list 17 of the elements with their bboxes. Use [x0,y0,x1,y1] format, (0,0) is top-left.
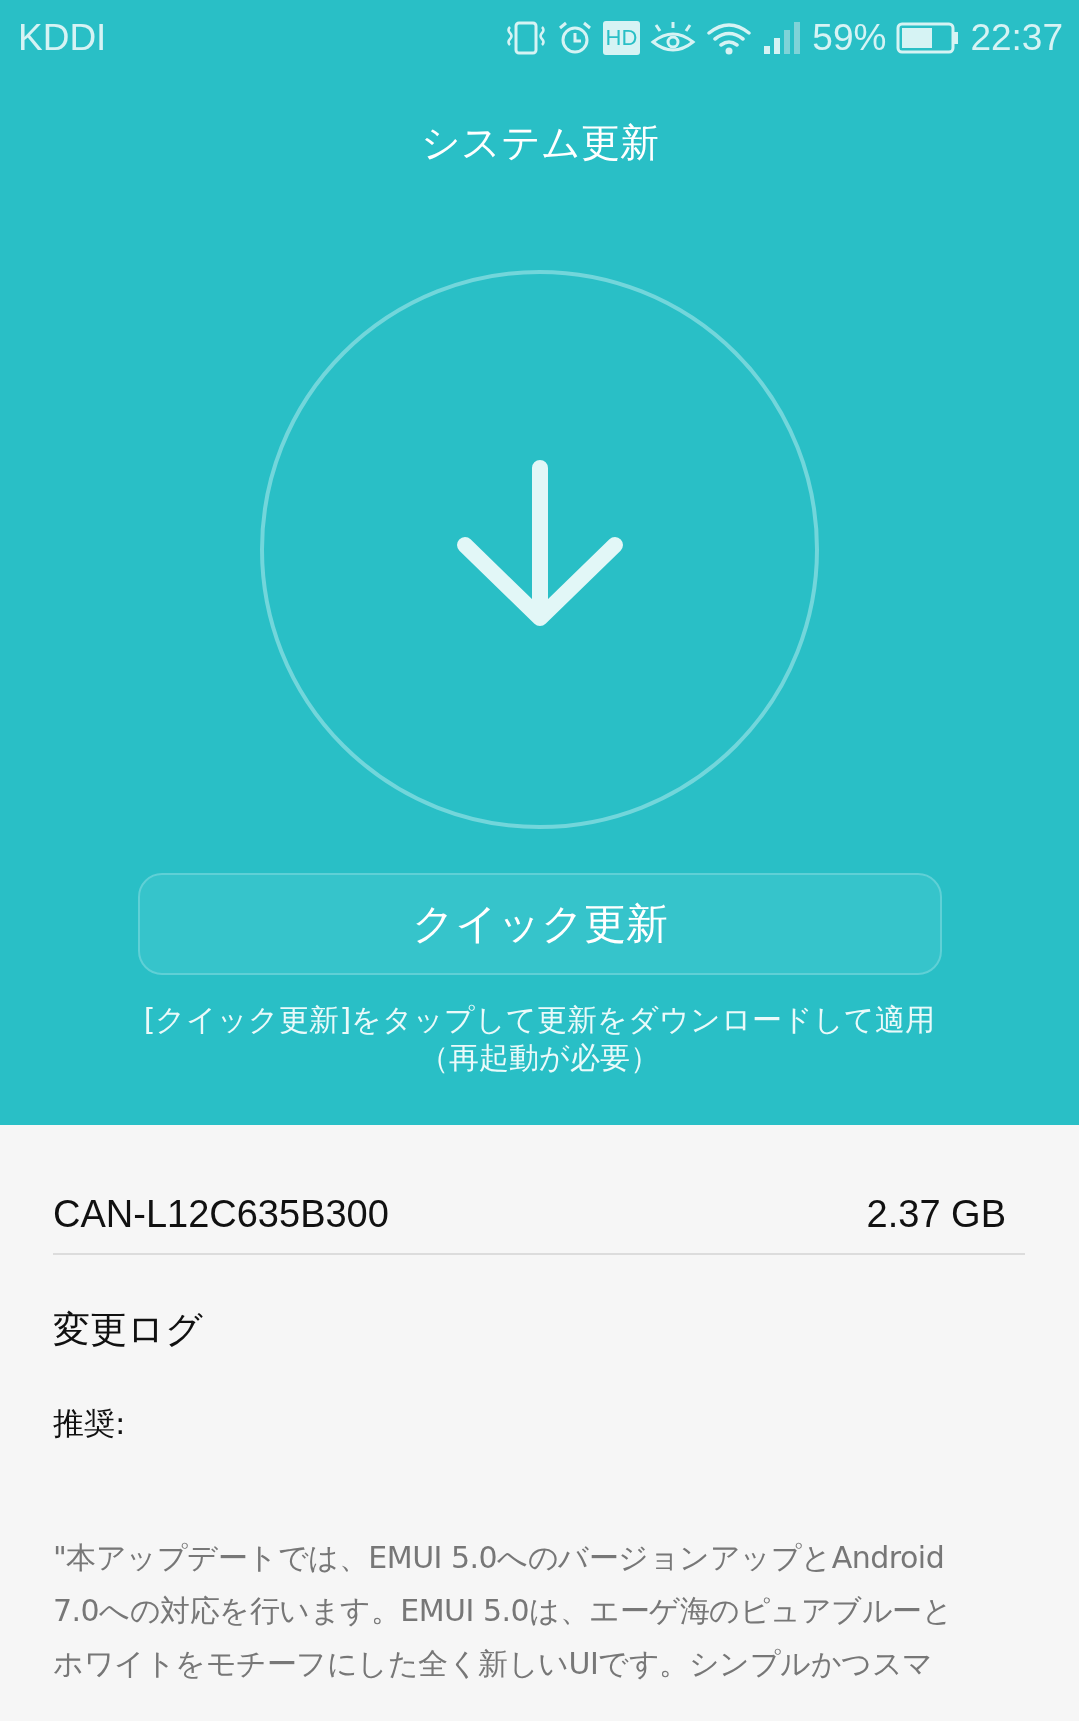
clock-time: 22:37 [970,17,1063,59]
battery-percent: 59% [812,17,887,59]
page-title: システム更新 [420,119,659,167]
battery-icon [896,22,961,54]
alarm-icon [556,20,593,56]
vibrate-icon [504,21,547,55]
signal-icon [762,21,803,55]
changelog-text: "本アップデートでは、EMUI 5.0へのバージョンアップとAndroid 7.0への対応を行います。EMUI 5.0は、エーゲ海のピュアブルーと ホワイトをモチーフにした全く新しいUIです。シンプルかつスマ [53,1539,954,1683]
changelog-label: 推奨: [53,1404,127,1443]
hd-badge: HD [602,21,641,55]
download-size: 2.37 GB [866,1193,1006,1237]
quick-update-button[interactable]: クイック更新 [137,873,942,975]
version-name: CAN-L12C635B300 [53,1193,389,1237]
carrier-name: KDDI [18,17,107,59]
changelog-heading: 変更ログ [53,1307,204,1353]
hint-text: [クイック更新]をタップして更新をダウンロードして適用 （再起動が必要） [143,1001,936,1077]
wifi-icon [706,21,753,55]
